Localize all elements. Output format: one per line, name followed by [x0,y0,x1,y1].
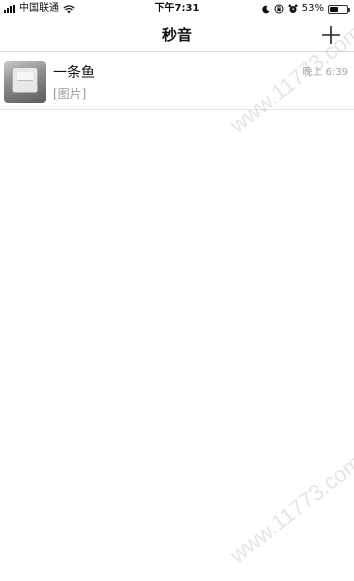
chat-preview: [图片] [53,87,87,101]
page-title: 秒音 [161,26,192,44]
alarm-icon [288,4,298,13]
chat-list-item[interactable]: 一条鱼 [图片] 晚上 6:39 [0,52,354,110]
status-bar: 中国联通 下午7:31 53% [0,0,354,18]
avatar [4,61,46,103]
add-button[interactable] [320,24,342,46]
lock-rotation-icon [274,4,284,14]
chat-list: 一条鱼 [图片] 晚上 6:39 [0,52,354,110]
plus-icon [322,26,340,44]
chat-time: 晚上 6:39 [302,67,348,78]
photo-avatar-image [12,67,38,93]
watermark: www.11773.com [225,449,354,568]
moon-icon [262,5,270,13]
status-bar-right: 53% [261,0,350,18]
battery-icon [328,4,350,14]
nav-bar: 秒音 [0,18,354,52]
battery-fill [330,6,338,12]
battery-percent: 53% [301,3,324,14]
chat-name: 一条鱼 [53,65,95,81]
